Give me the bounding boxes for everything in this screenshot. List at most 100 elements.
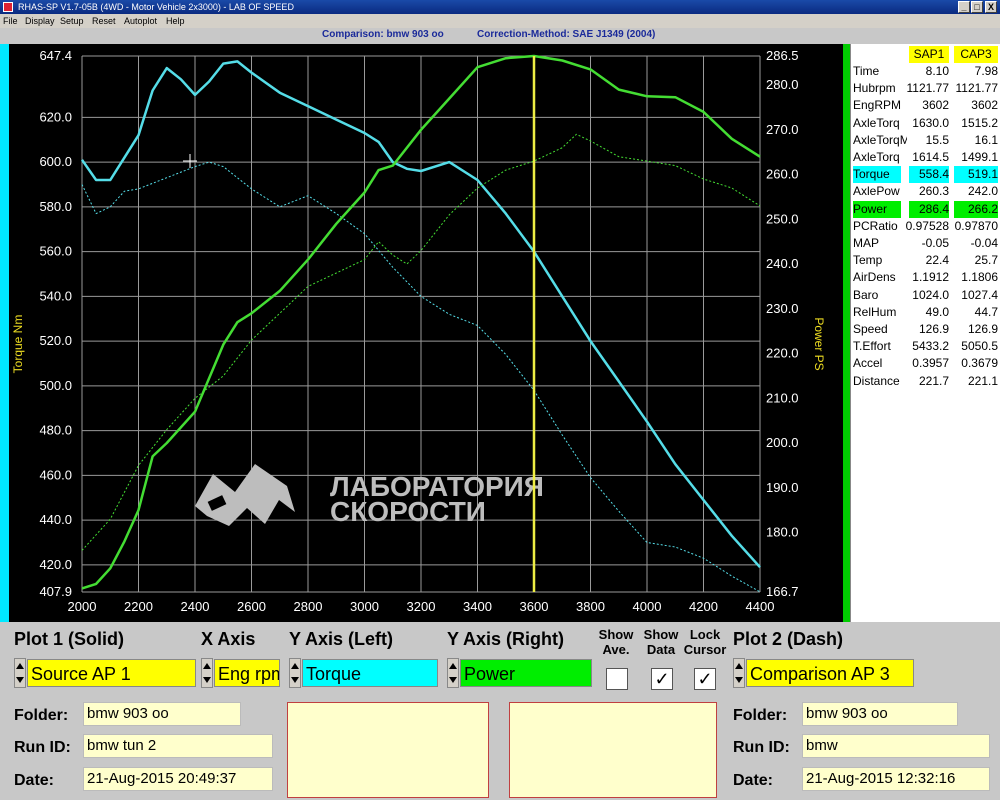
panel-row-value-1: 3602 xyxy=(922,98,949,113)
y-left-tick-label: 500.0 xyxy=(39,378,72,393)
panel-row-label: Speed xyxy=(853,322,888,336)
title-bar: RHAS-SP V1.7-05B (4WD - Motor Vehicle 2x… xyxy=(0,0,1000,14)
x-tick-label: 2000 xyxy=(68,599,97,614)
menu-help[interactable]: Help xyxy=(166,14,185,28)
xaxis-spinner[interactable] xyxy=(201,658,213,688)
plot1-spinner[interactable] xyxy=(14,658,26,688)
panel-row-label: Torque xyxy=(853,166,901,184)
x-tick-label: 3400 xyxy=(463,599,492,614)
right-folder-label: Folder: xyxy=(733,707,788,724)
plot2-label: Plot 2 (Dash) xyxy=(733,629,844,649)
right-runid-field[interactable]: bmw xyxy=(802,734,990,758)
y-left-tick-label: 480.0 xyxy=(39,423,72,438)
panel-row-value-1: 49.0 xyxy=(925,304,949,319)
panel-row-label: Accel xyxy=(853,356,883,371)
spin-down-icon xyxy=(16,677,24,683)
panel-row-label: Power xyxy=(853,200,901,218)
panel-row-label: Baro xyxy=(853,287,879,302)
panel-row-label: Distance xyxy=(853,373,900,388)
show-data-checkbox[interactable]: ✓ xyxy=(651,668,673,690)
x-tick-label: 4400 xyxy=(746,599,775,614)
y-left-tick-label: 440.0 xyxy=(39,512,72,527)
left-date-label: Date: xyxy=(14,772,55,789)
show-ave-label: Show Ave. xyxy=(598,627,634,657)
left-runid-field[interactable]: bmw tun 2 xyxy=(83,734,273,758)
panel-row: RelHum 49.0 44.7 xyxy=(851,304,1000,321)
panel-row-value-1: -0.05 xyxy=(921,236,949,250)
panel-row-value-1: 15.5 xyxy=(925,132,949,147)
panel-row-value-1: 1121.77 xyxy=(906,81,950,96)
panel-row-label: MAP xyxy=(853,236,880,250)
panel-row-value-1: 5433.2 xyxy=(912,339,949,354)
yleft-select[interactable]: Torque xyxy=(302,659,438,687)
right-folder-field[interactable]: bmw 903 oo xyxy=(802,702,958,726)
y-right-tick-label: 200.0 xyxy=(766,435,799,450)
spin-down-icon xyxy=(203,677,211,683)
y-left-tick-label: 580.0 xyxy=(39,199,72,214)
x-tick-label: 3800 xyxy=(576,599,605,614)
menu-display[interactable]: Display xyxy=(25,14,55,28)
plot1-label: Plot 1 (Solid) xyxy=(14,629,124,649)
panel-row: Temp 22.4 25.7 xyxy=(851,252,1000,269)
panel-row-value-1: 0.3957 xyxy=(912,356,949,371)
panel-row-value-2: 44.7 xyxy=(974,304,998,319)
correction-text: Correction-Method: SAE J1349 (2004) xyxy=(477,29,656,40)
panel-row-value-1: 558.4 xyxy=(909,166,949,184)
plot2-spinner[interactable] xyxy=(733,658,745,688)
yright-select[interactable]: Power xyxy=(460,659,592,687)
x-tick-label: 2200 xyxy=(124,599,153,614)
panel-row: Power 286.4 266.2 xyxy=(851,200,1000,218)
y-right-tick-label: 240.0 xyxy=(766,256,799,271)
menu-reset[interactable]: Reset xyxy=(92,14,116,28)
y-right-tick-label: 250.0 xyxy=(766,211,799,226)
panel-row-label: AxleTorqM xyxy=(853,132,907,147)
maximize-button[interactable]: □ xyxy=(971,1,983,13)
notes-box-2[interactable] xyxy=(509,702,717,798)
plot2-select[interactable]: Comparison AP 3 xyxy=(746,659,914,687)
panel-row-value-1: 1024.0 xyxy=(912,287,949,302)
plot1-select[interactable]: Source AP 1 xyxy=(27,659,196,687)
watermark-line-2: СКОРОСТИ xyxy=(330,496,486,527)
show-data-label: Show Data xyxy=(643,627,679,657)
spin-down-icon xyxy=(735,677,743,683)
left-edge-bar xyxy=(0,44,9,622)
show-ave-checkbox[interactable] xyxy=(606,668,628,690)
right-date-field[interactable]: 21-Aug-2015 12:32:16 xyxy=(802,767,990,791)
lock-cursor-checkbox[interactable]: ✓ xyxy=(694,668,716,690)
controls-area: Plot 1 (Solid) X Axis Y Axis (Left) Y Ax… xyxy=(0,622,1000,800)
dyno-chart[interactable]: ЛАБОРАТОРИЯ СКОРОСТИ 2000 2200 2400 2600 280… xyxy=(0,44,850,622)
yright-spinner[interactable] xyxy=(447,658,459,688)
close-button[interactable]: X xyxy=(985,1,997,13)
y-left-tick-label: 647.4 xyxy=(39,48,72,63)
panel-row: Accel 0.3957 0.3679 xyxy=(851,355,1000,372)
menu-setup[interactable]: Setup xyxy=(60,14,84,28)
spin-down-icon xyxy=(291,677,299,683)
panel-row-label: T.Effort xyxy=(853,339,891,354)
y-left-tick-label: 560.0 xyxy=(39,244,72,259)
yleft-spinner[interactable] xyxy=(289,658,301,688)
y-left-tick-label: 620.0 xyxy=(39,109,72,124)
panel-row-value-2: 3602 xyxy=(971,98,998,113)
x-tick-label: 2600 xyxy=(237,599,266,614)
y-right-tick-label: 270.0 xyxy=(766,122,799,137)
left-date-field[interactable]: 21-Aug-2015 20:49:37 xyxy=(83,767,273,791)
notes-box-1[interactable] xyxy=(287,702,489,798)
panel-row-value-2: 25.7 xyxy=(974,253,998,268)
panel-row: Baro 1024.0 1027.4 xyxy=(851,287,1000,304)
right-runid-label: Run ID: xyxy=(733,739,790,756)
panel-row-value-2: 1.1806 xyxy=(961,270,998,285)
panel-row-value-2: 1121.77 xyxy=(955,81,999,96)
panel-row-value-1: 126.9 xyxy=(918,322,949,336)
xaxis-select[interactable]: Eng rpm xyxy=(214,659,280,687)
minimize-button[interactable]: _ xyxy=(958,1,970,13)
left-folder-field[interactable]: bmw 903 oo xyxy=(83,702,241,726)
y-left-axis-label: Torque Nm xyxy=(11,315,25,374)
panel-row: AxlePow 260.3 242.0 xyxy=(851,183,1000,200)
panel-row-value-2: 0.97870 xyxy=(954,218,998,233)
x-tick-label: 3000 xyxy=(350,599,379,614)
x-tick-label: 2400 xyxy=(181,599,210,614)
panel-row: AirDens 1.1912 1.1806 xyxy=(851,269,1000,286)
menu-file[interactable]: File xyxy=(3,14,18,28)
menu-autoplot[interactable]: Autoplot xyxy=(124,14,157,28)
data-panel: SAP1 CAP3 Time 8.10 7.98 Hubrpm 1121.77 1121.… xyxy=(850,44,1000,622)
